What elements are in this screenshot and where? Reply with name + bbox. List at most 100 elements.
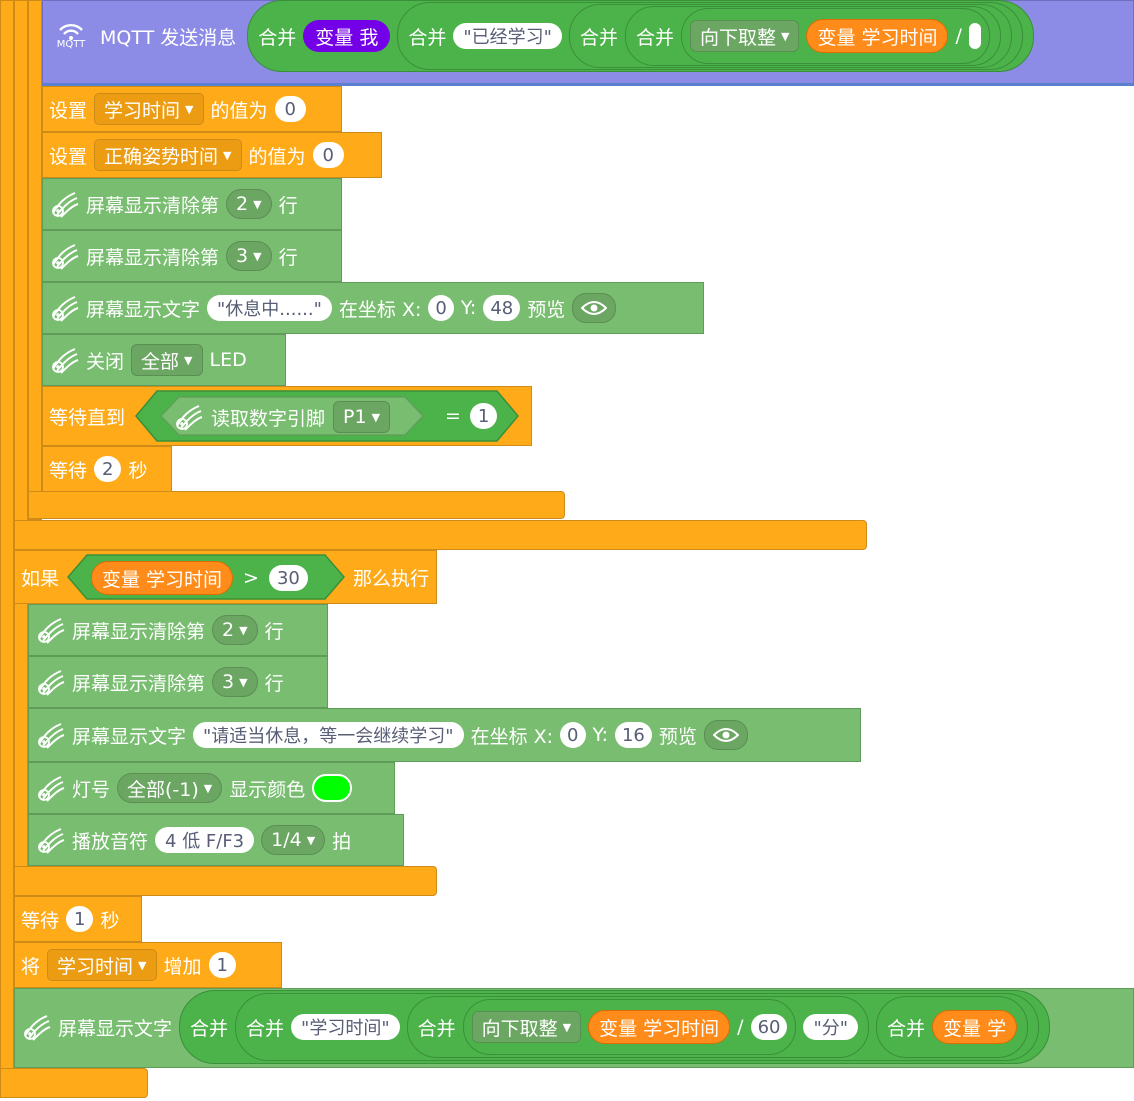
var-me-reporter[interactable]: 变量 我: [303, 20, 391, 52]
eye-icon[interactable]: [703, 720, 748, 750]
coord-x-label: 在坐标 X:: [338, 298, 422, 321]
screen-clear-line-block[interactable]: 屏幕显示清除第 2 ▼ 行: [28, 604, 328, 656]
join-label: 合并: [258, 26, 297, 49]
play-note-block[interactable]: 播放音符 4 低 F/F3 1/4 ▼ 拍: [28, 814, 404, 866]
join-block[interactable]: 合并 合并 "学习时间" 合并 向下取整 ▼ 变量 学习时间 / 60 "分" 合…: [179, 990, 1051, 1064]
var-study-time-reporter[interactable]: 变量 学习时间: [91, 561, 234, 595]
lamp-color-block[interactable]: 灯号 全部(-1) ▼ 显示颜色: [28, 762, 395, 814]
floor-block[interactable]: 向下取整 ▼ 变量 学习时间 / 60: [462, 999, 797, 1055]
string-minute-input[interactable]: "分": [803, 1014, 859, 1040]
play-note-label: 播放音符: [72, 830, 149, 853]
wait-until-block[interactable]: 等待直到 读取数字引脚 P1 ▼ = 1: [42, 386, 532, 446]
wait-seconds-block[interactable]: 等待 1 秒: [14, 896, 142, 942]
beat-value: 1/4: [271, 829, 302, 851]
preview-label: 预览: [527, 298, 566, 321]
value-input[interactable]: 0: [274, 96, 306, 122]
screen-clear-line-block[interactable]: 屏幕显示清除第 2 ▼ 行: [42, 178, 342, 230]
join-block[interactable]: 合并 向下取整 ▼ 变量 学习时间 / 60 "分": [406, 996, 870, 1058]
join-label: 合并: [579, 26, 618, 49]
change-variable-block[interactable]: 将 学习时间 ▼ 增加 1: [14, 942, 282, 988]
wait-seconds-block[interactable]: 等待 2 秒: [42, 446, 172, 492]
screen-clear-line-block[interactable]: 屏幕显示清除第 3 ▼ 行: [28, 656, 328, 708]
divide-operator: /: [737, 1016, 744, 1038]
color-swatch[interactable]: [312, 774, 353, 802]
variable-dropdown[interactable]: 学习时间 ▼: [94, 93, 204, 125]
set-study-time-block[interactable]: 设置 学习时间 ▼ 的值为 0: [42, 86, 342, 132]
text-input[interactable]: "请适当休息，等一会继续学习": [193, 722, 464, 748]
join-label: 合并: [190, 1017, 229, 1040]
floor-block[interactable]: 向下取整 ▼ 变量 学习时间 /: [680, 8, 990, 64]
join-block[interactable]: 合并 变量 学: [876, 996, 1029, 1058]
chevron-down-icon: ▼: [223, 148, 232, 162]
floor-dropdown[interactable]: 向下取整 ▼: [689, 20, 800, 52]
row-label: 行: [264, 672, 284, 695]
hand-icon: [21, 1012, 51, 1042]
join-block[interactable]: 合并 变量 我 合并 "已经学习" 合并 合并 向下取整 ▼ 变量 学习时间 /: [247, 0, 1034, 72]
x-input[interactable]: 0: [560, 722, 586, 748]
hand-icon: [49, 293, 79, 323]
increment-input[interactable]: 1: [208, 952, 236, 978]
variable-name: 正确姿势时间: [104, 145, 219, 168]
read-pin-label: 读取数字引脚: [211, 407, 326, 430]
join-block[interactable]: 合并 "学习时间" 合并 向下取整 ▼ 变量 学习时间 / 60 "分" 合并 变…: [235, 993, 1040, 1061]
variable-dropdown[interactable]: 学习时间 ▼: [47, 949, 157, 981]
line-dropdown[interactable]: 3 ▼: [226, 241, 272, 271]
hand-icon: [49, 189, 79, 219]
join-block[interactable]: 合并 "已经学习" 合并 合并 向下取整 ▼ 变量 学习时间 /: [397, 2, 1023, 70]
beat-dropdown[interactable]: 1/4 ▼: [261, 825, 326, 855]
var-study-time-reporter[interactable]: 变量 学习时间: [806, 19, 949, 53]
seconds-input[interactable]: 1: [66, 906, 94, 932]
screen-show-text-block[interactable]: 屏幕显示文字 合并 合并 "学习时间" 合并 向下取整 ▼ 变量 学习时间 / 6…: [14, 988, 1134, 1068]
divisor-input[interactable]: 60: [750, 1014, 788, 1040]
screen-show-text-block[interactable]: 屏幕显示文字 "休息中......" 在坐标 X: 0 Y: 48 预览: [42, 282, 704, 334]
note-input[interactable]: 4 低 F/F3: [155, 827, 255, 853]
lamp-target-dropdown[interactable]: 全部(-1) ▼: [117, 773, 223, 803]
string-study-time-input[interactable]: "学习时间": [291, 1014, 400, 1040]
threshold-input[interactable]: 30: [268, 565, 308, 591]
join-block[interactable]: 合并 向下取整 ▼ 变量 学习时间 /: [624, 6, 1001, 66]
if2-frame-bottom[interactable]: [14, 866, 437, 896]
screen-clear-line-block[interactable]: 屏幕显示清除第 3 ▼ 行: [42, 230, 342, 282]
line-dropdown[interactable]: 3 ▼: [212, 667, 258, 697]
floor-label: 向下取整: [699, 26, 776, 49]
preview-label: 预览: [658, 725, 697, 748]
join-block[interactable]: 合并 合并 向下取整 ▼ 变量 学习时间 /: [568, 4, 1012, 68]
compare-value-input[interactable]: 1: [469, 403, 498, 429]
chevron-down-icon: ▼: [239, 623, 248, 637]
line-dropdown[interactable]: 2 ▼: [212, 615, 258, 645]
y-input[interactable]: 16: [614, 722, 652, 748]
led-off-block[interactable]: 关闭 全部 ▼ LED: [42, 334, 286, 386]
mqtt-send-block[interactable]: MQTT MQTT 发送消息 合并 变量 我 合并 "已经学习" 合并 合并 向…: [42, 0, 1134, 86]
variable-dropdown[interactable]: 正确姿势时间 ▼: [94, 139, 242, 171]
row-label: 行: [278, 246, 298, 269]
value-input[interactable]: 0: [312, 142, 344, 168]
screen-show-text-block[interactable]: 屏幕显示文字 "请适当休息，等一会继续学习" 在坐标 X: 0 Y: 16 预览: [28, 708, 861, 762]
outer-loop-bottom[interactable]: [0, 1068, 148, 1098]
show-text-label: 屏幕显示文字: [86, 298, 201, 321]
led-off-label: 关闭: [86, 350, 125, 373]
pin-dropdown[interactable]: P1 ▼: [333, 401, 391, 433]
set-posture-time-block[interactable]: 设置 正确姿势时间 ▼ 的值为 0: [42, 132, 382, 178]
string-learned-input[interactable]: "已经学习": [453, 23, 562, 49]
wifi-icon: MQTT: [49, 21, 93, 51]
text-input[interactable]: "休息中......": [207, 295, 332, 321]
line-value: 2: [222, 619, 235, 641]
led-target-dropdown[interactable]: 全部 ▼: [131, 344, 203, 376]
y-input[interactable]: 48: [483, 295, 521, 321]
lamp-label: 灯号: [72, 778, 111, 801]
x-input[interactable]: 0: [428, 295, 454, 321]
seconds-input[interactable]: 2: [94, 456, 122, 482]
inner-frame-bottom[interactable]: [28, 491, 565, 519]
chevron-down-icon: ▼: [184, 353, 193, 367]
var-study-time-reporter[interactable]: 变量 学习时间: [588, 1010, 731, 1044]
row-label: 行: [264, 620, 284, 643]
floor-dropdown[interactable]: 向下取整 ▼: [471, 1011, 582, 1043]
eye-icon[interactable]: [572, 293, 617, 323]
value-of-label: 的值为: [248, 145, 306, 168]
var-study-time-reporter[interactable]: 变量 学: [932, 1010, 1018, 1044]
line-dropdown[interactable]: 2 ▼: [226, 189, 272, 219]
if-block[interactable]: 如果 那么执行 变量 学习时间 > 30: [14, 550, 437, 604]
seconds-unit: 秒: [128, 459, 148, 482]
if-frame-bottom[interactable]: [14, 520, 867, 550]
divisor-input[interactable]: [968, 23, 981, 49]
